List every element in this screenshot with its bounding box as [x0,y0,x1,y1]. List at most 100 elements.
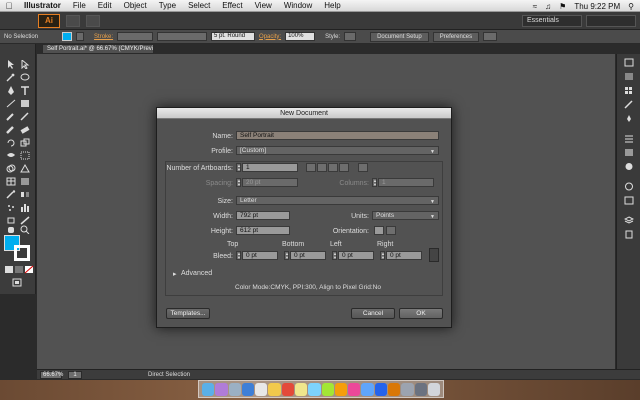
menu-window[interactable]: Window [278,1,318,10]
messages-icon[interactable] [308,383,321,396]
bleed-top-input[interactable]: 0 pt [242,251,278,260]
launchpad-icon[interactable] [215,383,228,396]
opacity-field[interactable]: 100% [285,32,316,41]
system-preferences-icon[interactable] [401,383,414,396]
workspace-switcher[interactable]: Essentials [522,15,582,27]
columns-input[interactable]: 1 [378,178,434,187]
photoshop-icon[interactable] [374,383,387,396]
link-bleed-icon[interactable] [429,248,439,262]
portrait-orientation-icon[interactable] [374,226,384,235]
spacing-input[interactable]: 20 pt [242,178,298,187]
wifi-icon[interactable]: ≈ [533,2,537,11]
symbols-panel-icon[interactable] [624,114,634,123]
zoom-tool-icon[interactable] [20,225,30,235]
columns-stepper[interactable]: ▲ ▼ [372,178,377,187]
artboard-number-field[interactable]: 1 [68,370,82,379]
blend-tool-icon[interactable] [20,190,30,199]
mesh-tool-icon[interactable] [6,177,16,186]
finder-icon[interactable] [202,383,215,396]
ok-button[interactable]: OK [399,308,443,319]
arrange-documents-button[interactable] [86,14,100,27]
safari-icon[interactable] [241,383,255,396]
bleed-left-stepper[interactable]: ▲ ▼ [332,251,337,260]
bleed-bottom-stepper[interactable]: ▲ ▼ [284,251,289,260]
menu-select[interactable]: Select [182,1,216,10]
width-input[interactable]: 792 pt [236,211,290,220]
landscape-orientation-icon[interactable] [386,226,396,235]
menu-view[interactable]: View [249,1,278,10]
screen-mode-icon[interactable] [12,278,22,287]
fill-swatch[interactable] [62,32,73,41]
menu-app-name[interactable]: Illustrator [18,1,67,10]
scale-tool-icon[interactable] [20,138,30,147]
stroke-label[interactable]: Stroke: [94,34,113,40]
shape-builder-tool-icon[interactable] [6,164,16,173]
menu-object[interactable]: Object [118,1,153,10]
transparency-panel-icon[interactable] [624,162,634,171]
flag-icon[interactable]: ⚑ [559,2,566,11]
menu-type[interactable]: Type [153,1,182,10]
illustrator-dock-icon[interactable] [387,383,401,396]
gradient-mode-icon[interactable] [14,265,24,274]
width-tool-icon[interactable] [6,151,16,160]
bleed-right-input[interactable]: 0 pt [386,251,422,260]
eyedropper-tool-icon[interactable] [6,190,16,199]
eraser-tool-icon[interactable] [20,125,30,134]
menu-clock[interactable]: Thu 9:22 PM [574,2,620,11]
bleed-right-stepper[interactable]: ▲ ▼ [380,251,385,260]
contacts-icon[interactable] [268,383,281,396]
color-mode-icon[interactable] [4,265,14,274]
apple-menu-icon[interactable]:  [0,1,18,11]
paintbrush-tool-icon[interactable] [6,112,16,121]
appearance-panel-icon[interactable] [624,182,634,191]
arrange-by-row-icon[interactable] [328,163,338,172]
mail-icon[interactable] [255,383,268,396]
menu-help[interactable]: Help [318,1,346,10]
free-transform-tool-icon[interactable] [20,151,30,160]
stroke-panel-icon[interactable] [624,134,634,143]
mission-control-icon[interactable] [228,383,241,396]
bleed-left-input[interactable]: 0 pt [338,251,374,260]
trash-icon[interactable] [427,383,441,396]
document-setup-button[interactable]: Document Setup [370,31,429,42]
height-input[interactable]: 612 pt [236,226,290,235]
opacity-label[interactable]: Opacity: [259,34,281,40]
symbol-sprayer-tool-icon[interactable] [6,203,16,212]
menu-file[interactable]: File [67,1,92,10]
app-store-icon[interactable] [361,383,374,396]
spacing-stepper[interactable]: ▲ ▼ [236,178,241,187]
pencil-tool-icon[interactable] [20,112,30,121]
color-guide-panel-icon[interactable] [624,72,634,81]
bleed-top-stepper[interactable]: ▲ ▼ [236,251,241,260]
spotlight-search-icon[interactable]: ⚲ [628,2,634,11]
arrange-by-column-icon[interactable] [339,163,349,172]
line-segment-tool-icon[interactable] [6,99,16,108]
preferences-button[interactable]: Preferences [432,31,480,42]
artboards-stepper[interactable]: ▲ ▼ [236,163,241,172]
grid-by-column-icon[interactable] [317,163,327,172]
gradient-tool-icon[interactable] [20,177,30,186]
brushes-panel-icon[interactable] [624,100,634,109]
menu-edit[interactable]: Edit [92,1,118,10]
menu-effect[interactable]: Effect [216,1,248,10]
perspective-grid-tool-icon[interactable] [20,163,30,173]
graphic-style-swatch[interactable] [344,32,357,41]
bridge-button[interactable] [66,14,80,27]
artboards-input[interactable]: 1 [242,163,298,172]
artboards-panel-icon[interactable] [624,230,634,239]
downloads-stack-icon[interactable] [414,383,427,396]
variable-width-profile[interactable] [157,32,208,41]
status-tool-text[interactable]: Direct Selection [148,372,190,378]
arrange-icon[interactable] [483,32,498,41]
photos-icon[interactable] [334,383,348,396]
size-select[interactable]: Letter ▼ [236,196,439,205]
volume-icon[interactable]: ♫ [545,2,551,11]
zoom-level-field[interactable]: 66.67% [40,370,63,379]
right-to-left-layout-icon[interactable] [358,163,368,172]
profile-select[interactable]: [Custom] ▼ [236,146,439,155]
facetime-icon[interactable] [321,383,334,396]
advanced-disclosure-icon[interactable]: ▸ [173,270,181,278]
document-tab[interactable]: Self Portrait.ai* @ 66.67% (CMYK/Preview… [42,44,154,54]
direct-selection-tool-icon[interactable] [20,58,30,70]
cancel-button[interactable]: Cancel [351,308,395,319]
